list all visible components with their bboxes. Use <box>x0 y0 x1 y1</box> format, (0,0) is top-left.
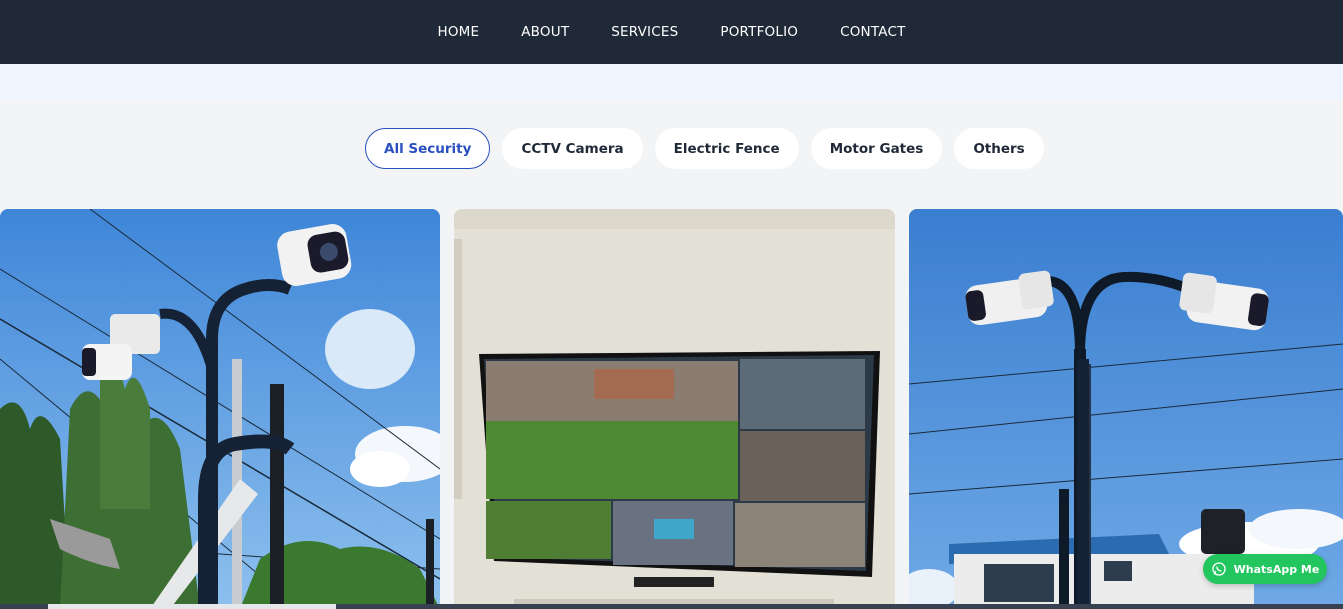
nav-portfolio[interactable]: PORTFOLIO <box>699 24 819 40</box>
filter-all-security[interactable]: All Security <box>365 128 491 169</box>
gallery-card-cctv-pole[interactable] <box>0 209 440 609</box>
cctv-building-image <box>909 209 1343 609</box>
bottom-progress <box>48 604 336 609</box>
nav-about[interactable]: ABOUT <box>500 24 590 40</box>
whatsapp-icon <box>1211 562 1226 576</box>
filter-electric-fence[interactable]: Electric Fence <box>654 128 799 169</box>
filter-cctv-camera[interactable]: CCTV Camera <box>502 128 643 169</box>
whatsapp-label: WhatsApp Me <box>1233 562 1320 576</box>
filter-motor-gates[interactable]: Motor Gates <box>810 128 943 169</box>
portfolio-filters: All Security CCTV Camera Electric Fence … <box>365 128 1044 169</box>
nav-services[interactable]: SERVICES <box>590 24 699 40</box>
nav-home[interactable]: HOME <box>416 24 500 40</box>
hero-band <box>0 64 1343 100</box>
gallery-card-cctv-monitor[interactable] <box>454 209 895 609</box>
nav-contact[interactable]: CONTACT <box>819 24 926 40</box>
top-navbar: HOME ABOUT SERVICES PORTFOLIO CONTACT <box>0 0 1343 64</box>
cctv-pole-image <box>0 209 440 609</box>
whatsapp-button[interactable]: WhatsApp Me <box>1203 554 1327 584</box>
gallery-card-cctv-building[interactable] <box>909 209 1343 609</box>
cctv-monitor-image <box>454 209 895 609</box>
filter-others[interactable]: Others <box>954 128 1044 169</box>
